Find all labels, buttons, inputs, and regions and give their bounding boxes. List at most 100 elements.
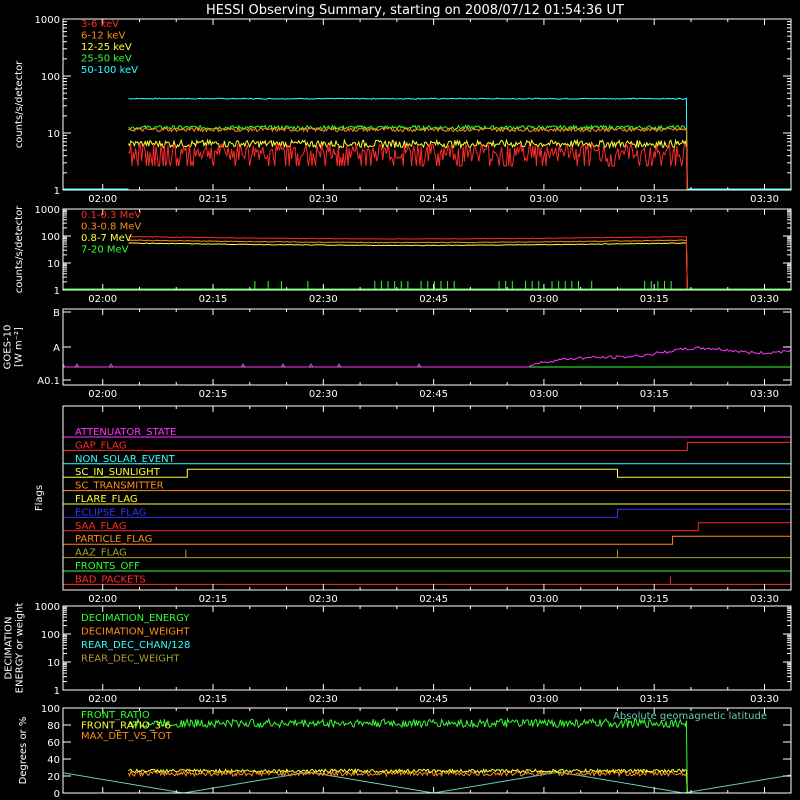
flags-flag-trace (63, 508, 791, 518)
xray-y-tick-label: 1 (54, 186, 60, 197)
flags-flag-label: AAZ_FLAG (75, 548, 127, 559)
decim-legend-entry: REAR_DEC_CHAN/128 (81, 640, 190, 651)
flags-flag-label: GAP_FLAG (75, 440, 127, 451)
decim-y-tick-label: 1 (54, 686, 60, 697)
flags-flag-trace (63, 468, 791, 478)
flags-time-tick-label: 02:15 (199, 594, 228, 605)
ratio-y-tick-label: 80 (47, 721, 60, 732)
observing-summary-plot: HESSI Observing Summary, starting on 200… (3, 3, 792, 800)
flags-flag-trace (63, 522, 791, 532)
decim-legend-entry: DECIMATION_WEIGHT (81, 627, 190, 638)
decim-time-tick-label: 02:45 (419, 694, 448, 705)
flags-flag-label: BAD_PACKETS (75, 574, 146, 585)
flags-time-tick-label: 02:30 (309, 594, 338, 605)
goes-series-goes (62, 346, 792, 368)
xray-time-tick-label: 03:00 (530, 194, 559, 205)
gamma-legend-entry: 0.3-0.8 MeV (81, 222, 141, 233)
gamma-time-tick-label: 02:15 (199, 294, 228, 305)
flags-time-tick-label: 02:45 (419, 594, 448, 605)
goes-time-tick-label: 03:30 (750, 389, 779, 400)
panel-flags: Flags ATTENUATOR_STATE GAP_FLAG NON_SOLAR_E… (34, 405, 792, 605)
gamma-legend-entry: 7-20 MeV (81, 245, 129, 256)
gamma-time-tick-label: 02:45 (419, 294, 448, 305)
flags-time-tick-label: 03:00 (530, 594, 559, 605)
decim-time-tick-label: 03:30 (750, 694, 779, 705)
decim-time-tick-label: 02:00 (88, 694, 117, 705)
ratio-series-FRONT_RATIO (128, 717, 688, 794)
gamma-y-tick-label: 10 (47, 259, 60, 270)
gamma-y-tick-label: 1 (54, 286, 60, 297)
xray-time-tick-label: 02:45 (419, 194, 448, 205)
goes-time-tick-label: 02:00 (88, 389, 117, 400)
xray-legend-entry: 25-50 keV (81, 54, 132, 65)
goes-time-tick-label: 03:00 (530, 389, 559, 400)
flags-flag-label: ATTENUATOR_STATE (75, 427, 176, 438)
flags-time-tick-label: 03:15 (640, 594, 669, 605)
xray-y-tick-label: 100 (41, 72, 60, 83)
goes-time-tick-label: 02:15 (199, 389, 228, 400)
ratio-legend-entry: FRONT_RATIO (81, 710, 150, 721)
gamma-y-tick-label: 1000 (35, 205, 60, 216)
gamma-y-axis-label: counts/s/detector (14, 205, 25, 293)
panel-xray: counts/s/detector 02:00 02:15 02:30 02:45 03:… (14, 15, 792, 205)
decim-y-axis-label: DECIMATION (4, 616, 15, 679)
xray-y-axis-label: counts/s/detector (14, 60, 25, 148)
goes-time-tick-label: 02:45 (419, 389, 448, 400)
flags-flag-trace (63, 535, 791, 545)
goes-frame (62, 308, 792, 386)
xray-legend-entry: 6-12 keV (81, 31, 125, 42)
panel-decimation: DECIMATION ENERGY or weight 02:00 02:15 02:3… (4, 602, 792, 705)
panel-ratio: Degrees or % 0 20 40 60 80 100 FRONT_RATIOFRONT… (18, 704, 792, 800)
gamma-legend-entry: 0.8-7 MeV (81, 233, 132, 244)
gamma-time-tick-label: 02:00 (88, 294, 117, 305)
flags-flag-label: PARTICLE_FLAG (75, 534, 152, 545)
flags-flag-trace (63, 441, 791, 451)
xray-time-tick-label: 02:00 (88, 194, 117, 205)
decim-y-tick-label: 10 (47, 658, 60, 669)
decim-time-tick-label: 02:30 (309, 694, 338, 705)
xray-legend-entry: 3-6 keV (81, 19, 119, 30)
xray-legend-entry: 12-25 keV (81, 42, 132, 53)
goes-time-tick-label: 03:15 (640, 389, 669, 400)
decim-legend-entry: DECIMATION_ENERGY (81, 613, 190, 624)
flags-flag-label: NON_SOLAR_EVENT (75, 454, 176, 465)
gamma-y-tick-label: 100 (41, 232, 60, 243)
decim-y-tick-label: 1000 (35, 602, 60, 613)
goes-y-tick-label: A (53, 343, 60, 354)
ratio-y-tick-label: 20 (47, 772, 60, 783)
ratio-y-tick-label: 40 (47, 755, 60, 766)
flags-flag-label: FLARE_FLAG (75, 494, 138, 505)
xray-time-tick-label: 02:30 (309, 194, 338, 205)
xray-series-3-6 keV (128, 142, 688, 191)
gamma-frame (62, 208, 792, 291)
flags-flag-label: FRONTS_OFF (75, 561, 140, 572)
xray-legend-entry: 50-100 keV (81, 65, 138, 76)
goes-time-tick-label: 02:30 (309, 389, 338, 400)
ratio-annotation: Absolute geomagnetic latitude (613, 711, 767, 722)
xray-y-tick-label: 10 (47, 129, 60, 140)
flags-y-axis-label: Flags (34, 485, 45, 511)
decim-time-tick-label: 03:00 (530, 694, 559, 705)
gamma-legend-entry: 0.1-0.3 MeV (81, 210, 141, 221)
xray-time-tick-label: 03:15 (640, 194, 669, 205)
ratio-y-tick-label: 0 (54, 789, 60, 800)
ratio-series-MAX_DET_VS_TOT (127, 769, 688, 794)
decim-y-axis-label: ENERGY or weight (15, 603, 26, 694)
gamma-time-tick-label: 02:30 (309, 294, 338, 305)
ratio-y-tick-label: 60 (47, 738, 60, 749)
goes-y-axis-label: [W m⁻²] (14, 327, 25, 367)
ratio-y-tick-label: 100 (41, 704, 60, 715)
decim-y-tick-label: 100 (41, 630, 60, 641)
flags-flag-label: SAA_FLAG (75, 521, 126, 532)
gamma-time-tick-label: 03:30 (750, 294, 779, 305)
flags-time-tick-label: 02:00 (88, 594, 117, 605)
panel-gamma: counts/s/detector 02:00 02:15 02:30 02:45 03:… (14, 205, 792, 305)
decim-legend-entry: REAR_DEC_WEIGHT (81, 654, 180, 665)
page-title: HESSI Observing Summary, starting on 200… (206, 3, 624, 18)
xray-time-tick-label: 03:30 (750, 194, 779, 205)
goes-y-axis-label: GOES-10 (3, 325, 14, 370)
flags-flag-label: SC_TRANSMITTER (75, 481, 164, 492)
goes-y-tick-label: A0.1 (37, 376, 60, 387)
flags-time-tick-label: 03:30 (750, 594, 779, 605)
ratio-legend-entry: MAX_DET_VS_TOT (81, 731, 173, 742)
